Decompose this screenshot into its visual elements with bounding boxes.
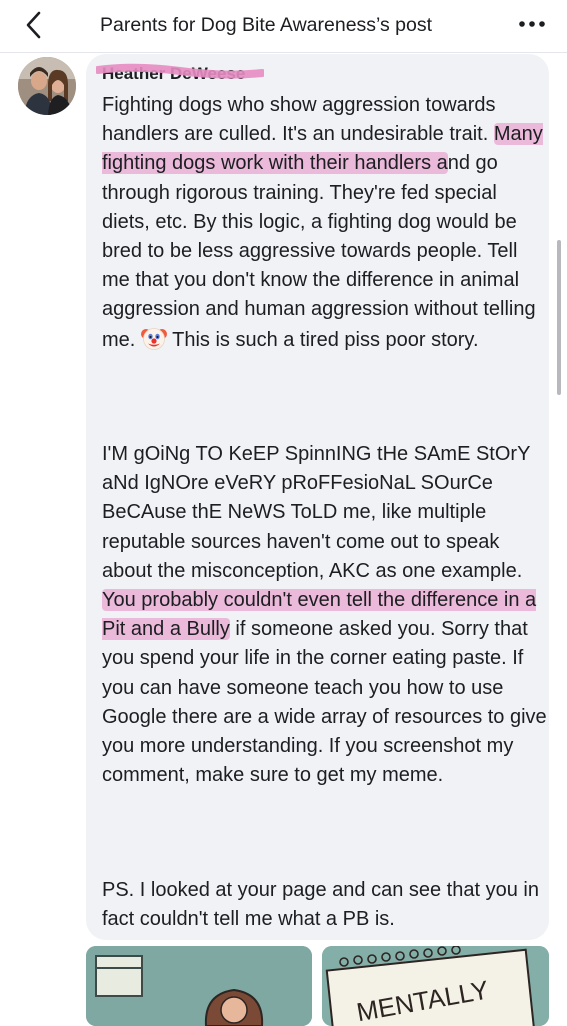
comment-text: I'M gOiNg TO KeEP SpinnING tHe SAmE StOr…: [102, 443, 531, 582]
meme-image: [86, 946, 312, 1026]
top-bar: Parents for Dog Bite Awareness’s post: [0, 0, 567, 53]
comment-text: Fighting dogs who show aggression toward…: [102, 94, 496, 146]
comment-paragraph-1: Fighting dogs who show aggression toward…: [102, 91, 547, 355]
redaction-scribble: [96, 63, 264, 79]
scrollbar[interactable]: [557, 240, 561, 395]
clown-face-icon: [140, 327, 167, 350]
comment-paragraph-3: PS. I looked at your page and can see th…: [102, 876, 547, 934]
comment-text: This is such a tired piss poor story.: [166, 328, 479, 351]
page-title: Parents for Dog Bite Awareness’s post: [100, 14, 433, 36]
meme-image: MENTALLY: [322, 946, 549, 1026]
more-horizontal-icon[interactable]: [514, 12, 550, 36]
comment-text: nd go through rigorous training. They're…: [102, 152, 536, 351]
chevron-left-icon[interactable]: [18, 8, 52, 42]
avatar-photo: [18, 57, 76, 115]
meme-panel-notepad[interactable]: MENTALLY: [322, 946, 549, 1026]
meme-panel-woman[interactable]: [86, 946, 312, 1026]
comment-text: PS. I looked at your page and can see th…: [102, 879, 539, 931]
comment-text: if someone asked you. Sorry that you spe…: [102, 618, 547, 787]
avatar[interactable]: [18, 57, 76, 115]
comment-paragraph-2: I'M gOiNg TO KeEP SpinnING tHe SAmE StOr…: [102, 440, 547, 790]
